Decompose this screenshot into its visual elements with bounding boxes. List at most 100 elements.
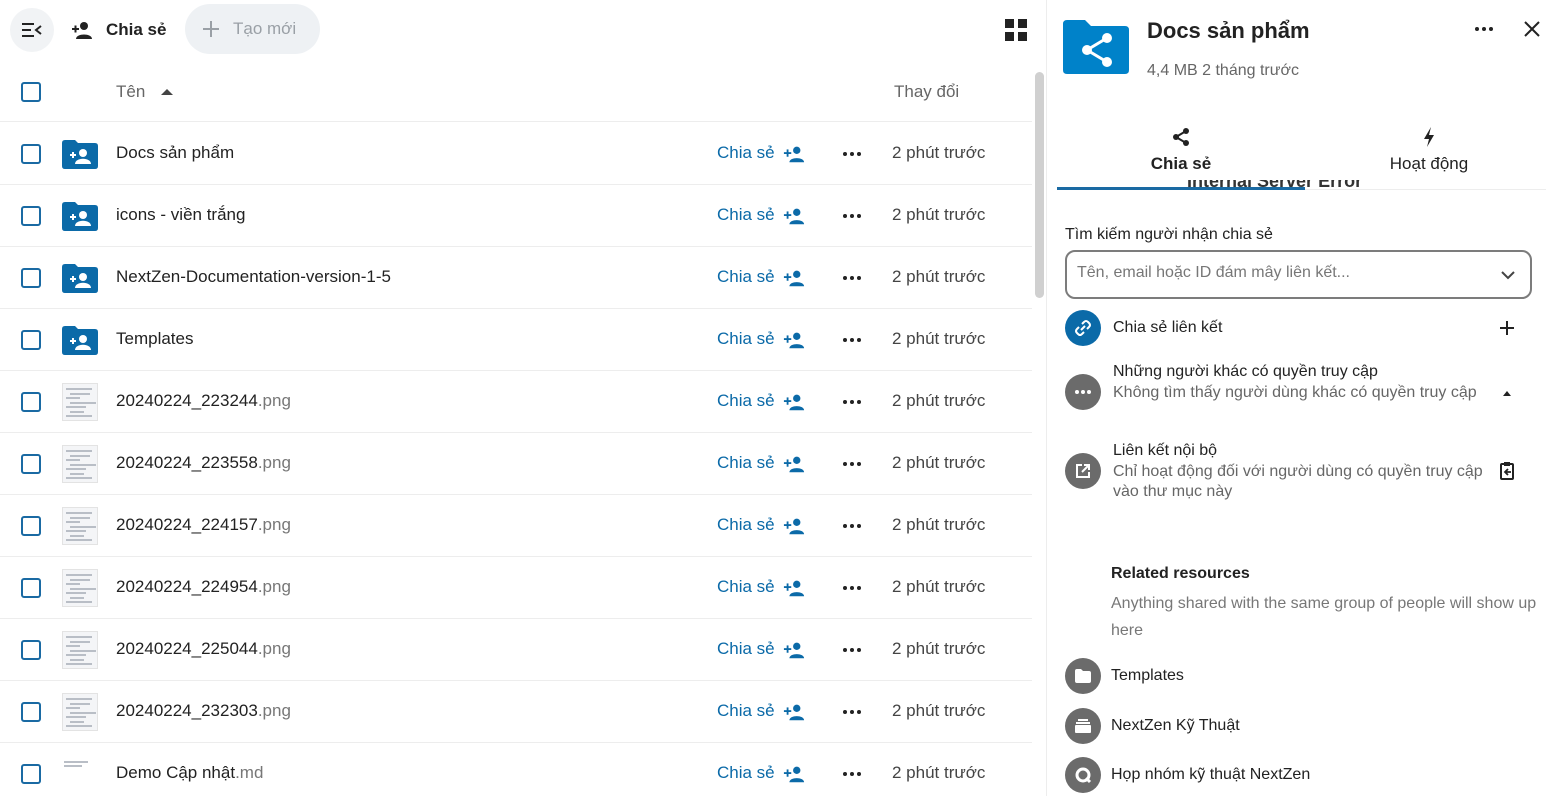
file-name[interactable]: icons - viền trắng [116,205,245,225]
sidebar-more-button[interactable] [1475,18,1499,40]
file-name[interactable]: 20240224_225044.png [116,639,291,659]
person-add-icon[interactable] [783,391,805,413]
person-add-icon[interactable] [783,453,805,475]
file-row[interactable]: Docs sản phẩm Chia sẻ 2 phút trước [0,123,1032,185]
share-link[interactable]: Chia sẻ [717,701,775,721]
clipboard-icon[interactable] [1497,461,1517,481]
files-toolbar: Chia sẻ Tạo mới [0,0,1046,60]
person-add-icon[interactable] [783,639,805,661]
row-checkbox[interactable] [21,578,41,598]
row-checkbox[interactable] [21,764,41,784]
file-name[interactable]: 20240224_224954.png [116,577,291,597]
row-actions-button[interactable] [840,701,864,723]
sort-by-modified[interactable]: Thay đổi [894,82,959,102]
row-actions-button[interactable] [840,577,864,599]
image-thumbnail [62,445,98,483]
shared-folder-icon [62,326,98,355]
file-list-scrollbar[interactable] [1035,72,1044,298]
share-link[interactable]: Chia sẻ [717,515,775,535]
error-message: Internal Server Error [1187,180,1363,191]
file-row[interactable]: 20240224_223244.png Chia sẻ 2 phút trước [0,371,1032,433]
row-checkbox[interactable] [21,144,41,164]
file-row[interactable]: 20240224_224157.png Chia sẻ 2 phút trước [0,495,1032,557]
navigation-toggle-button[interactable] [10,8,54,52]
person-add-icon[interactable] [783,701,805,723]
row-actions-button[interactable] [840,763,864,785]
person-add-icon[interactable] [783,763,805,785]
share-link[interactable]: Chia sẻ [717,143,775,163]
person-add-icon[interactable] [783,577,805,599]
resource-templates[interactable]: Templates [1065,658,1535,698]
resource-label: Templates [1111,667,1184,684]
file-row[interactable]: Templates Chia sẻ 2 phút trước [0,309,1032,371]
row-checkbox[interactable] [21,454,41,474]
modified-time: 2 phút trước [892,391,986,410]
person-add-icon[interactable] [783,205,805,227]
file-row[interactable]: Demo Cập nhật.md Chia sẻ 2 phút trước [0,743,1032,796]
new-button-label: Tạo mới [233,19,297,38]
person-add-icon[interactable] [783,515,805,537]
row-actions-button[interactable] [840,515,864,537]
plus-icon[interactable] [1497,318,1517,338]
file-name[interactable]: Demo Cập nhật.md [116,763,263,783]
share-link[interactable]: Chia sẻ [717,205,775,225]
file-name[interactable]: 20240224_223558.png [116,453,291,473]
file-name[interactable]: Templates [116,329,193,349]
triangle-up-icon[interactable] [1497,384,1517,404]
breadcrumb-share[interactable]: Chia sẻ [70,16,166,44]
person-add-icon[interactable] [783,267,805,289]
row-checkbox[interactable] [21,268,41,288]
sort-by-name[interactable]: Tên [116,82,174,102]
file-name[interactable]: NextZen-Documentation-version-1-5 [116,267,391,287]
row-actions-button[interactable] [840,143,864,165]
file-row[interactable]: icons - viền trắng Chia sẻ 2 phút trước [0,185,1032,247]
row-checkbox[interactable] [21,330,41,350]
close-icon[interactable] [1521,18,1543,40]
person-add-icon[interactable] [783,329,805,351]
grid-view-icon[interactable] [1003,17,1029,43]
share-link[interactable]: Chia sẻ [717,577,775,597]
resource-label: Họp nhóm kỹ thuật NextZen [1111,766,1311,783]
row-checkbox[interactable] [21,702,41,722]
others-access-desc: Không tìm thấy người dùng khác có quyền … [1113,384,1477,401]
share-link[interactable]: Chia sẻ [717,763,775,783]
resource-deck[interactable]: NextZen Kỹ Thuật [1065,708,1535,748]
row-actions-button[interactable] [840,205,864,227]
share-link[interactable]: Chia sẻ [717,453,775,473]
file-row[interactable]: NextZen-Documentation-version-1-5 Chia sẻ… [0,247,1032,309]
file-row[interactable]: 20240224_224954.png Chia sẻ 2 phút trước [0,557,1032,619]
share-link[interactable]: Chia sẻ [717,391,775,411]
file-name[interactable]: 20240224_224157.png [116,515,291,535]
tab-sharing-label: Chia sẻ [1150,154,1212,173]
row-checkbox[interactable] [21,640,41,660]
new-button[interactable]: Tạo mới [185,4,320,54]
row-actions-button[interactable] [840,453,864,475]
file-row[interactable]: 20240224_225044.png Chia sẻ 2 phút trước [0,619,1032,681]
file-row[interactable]: 20240224_223558.png Chia sẻ 2 phút trước [0,433,1032,495]
row-checkbox[interactable] [21,206,41,226]
select-all-checkbox[interactable] [21,82,41,102]
image-thumbnail [62,693,98,731]
row-checkbox[interactable] [21,516,41,536]
share-link[interactable]: Chia sẻ [717,329,775,349]
modified-time: 2 phút trước [892,329,986,348]
file-name[interactable]: Docs sản phẩm [116,143,234,163]
file-name[interactable]: 20240224_223244.png [116,391,291,411]
chevron-down-icon[interactable] [1499,266,1517,284]
share-link[interactable]: Chia sẻ [717,639,775,659]
modified-time: 2 phút trước [892,205,986,224]
row-actions-button[interactable] [840,329,864,351]
row-actions-button[interactable] [840,391,864,413]
row-actions-button[interactable] [840,639,864,661]
file-name[interactable]: 20240224_232303.png [116,701,291,721]
share-link[interactable]: Chia sẻ [717,267,775,287]
row-checkbox[interactable] [21,392,41,412]
row-actions-button[interactable] [840,267,864,289]
sharee-search-box[interactable] [1065,250,1532,299]
sharee-search-input[interactable] [1077,264,1477,282]
person-add-icon[interactable] [783,143,805,165]
resource-talk[interactable]: Họp nhóm kỹ thuật NextZen [1065,757,1535,796]
file-row[interactable]: 20240224_232303.png Chia sẻ 2 phút trước [0,681,1032,743]
external-link-icon [1065,453,1101,489]
image-thumbnail [62,631,98,669]
